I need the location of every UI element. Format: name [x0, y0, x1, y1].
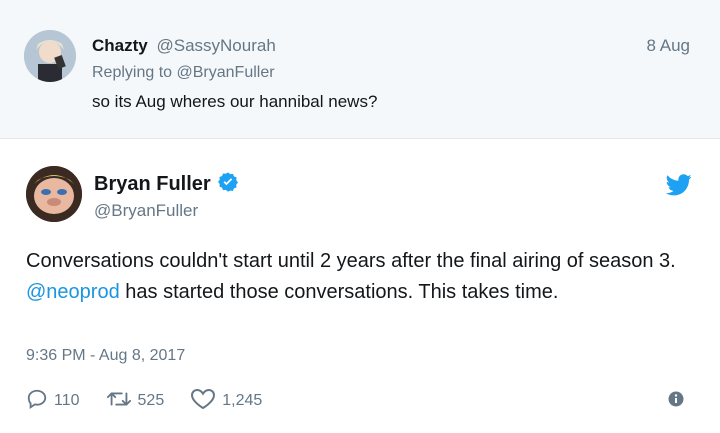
replying-to-handle[interactable]: @BryanFuller — [177, 64, 275, 81]
twitter-bird-icon[interactable] — [665, 174, 692, 201]
tweet-text-part2: has started those conversations. This ta… — [125, 281, 559, 303]
like-count: 1,245 — [222, 392, 263, 409]
action-bar: 110 525 1,245 — [26, 388, 288, 414]
mention-link[interactable]: @neoprod — [26, 281, 120, 303]
avatar[interactable] — [24, 30, 76, 82]
reply-author-name[interactable]: Chazty — [92, 36, 148, 55]
like-button[interactable]: 1,245 — [190, 388, 262, 415]
reply-count: 110 — [54, 392, 80, 409]
reply-button[interactable]: 110 — [26, 388, 80, 415]
parent-tweet[interactable]: Chazty @SassyNourah 8 Aug Replying to @B… — [0, 0, 720, 139]
author-name-row: Bryan Fuller — [94, 171, 239, 199]
reply-header: Chazty @SassyNourah — [92, 36, 276, 56]
like-icon — [190, 388, 222, 415]
main-avatar[interactable] — [26, 166, 82, 222]
info-icon[interactable] — [668, 391, 684, 412]
reply-author-handle[interactable]: @SassyNourah — [156, 36, 275, 55]
author-name[interactable]: Bryan Fuller — [94, 173, 211, 195]
reply-date[interactable]: 8 Aug — [647, 36, 691, 56]
tweet-text-part1: Conversations couldn't start until 2 yea… — [26, 250, 676, 272]
reply-icon — [26, 388, 54, 415]
reply-text: so its Aug wheres our hannibal news? — [92, 92, 378, 111]
retweet-icon — [106, 388, 138, 415]
verified-badge-icon — [217, 171, 239, 199]
retweet-count: 525 — [137, 392, 165, 409]
replying-to-label: Replying to — [92, 64, 173, 81]
tweet-text: Conversations couldn't start until 2 yea… — [26, 246, 696, 308]
retweet-button[interactable]: 525 — [106, 388, 165, 415]
tweet-timestamp[interactable]: 9:36 PM - Aug 8, 2017 — [26, 347, 185, 365]
replying-to: Replying to @BryanFuller — [92, 64, 275, 82]
author-handle[interactable]: @BryanFuller — [94, 201, 198, 221]
